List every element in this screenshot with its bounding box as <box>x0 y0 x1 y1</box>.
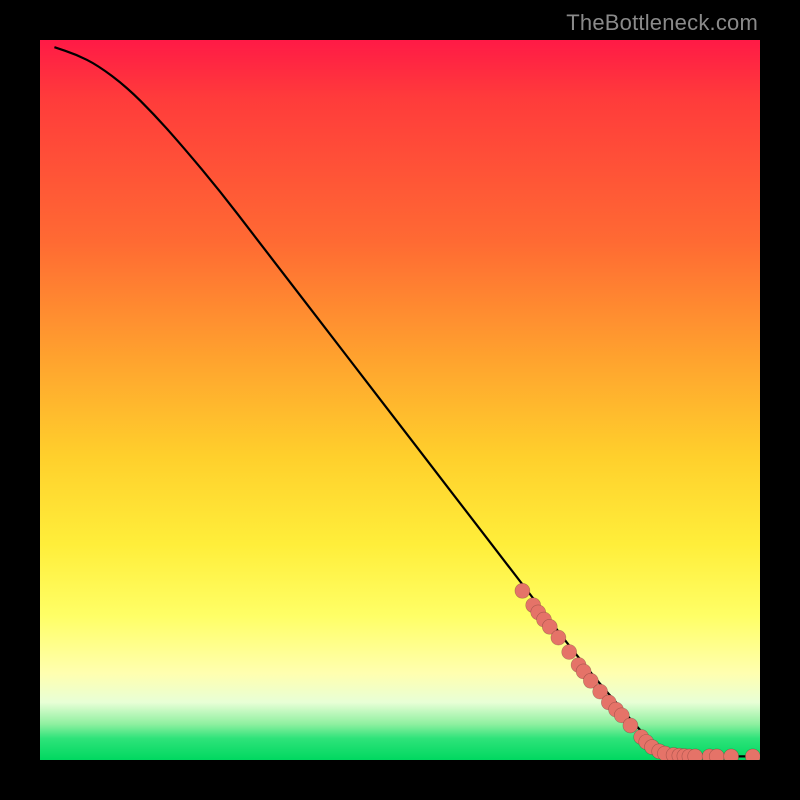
chart-frame <box>40 40 760 760</box>
watermark-text: TheBottleneck.com <box>566 10 758 36</box>
scatter-point <box>515 583 530 598</box>
scatter-point <box>724 749 739 760</box>
scatter-points-group <box>515 583 760 760</box>
bottleneck-curve <box>54 47 752 756</box>
scatter-point <box>623 718 638 733</box>
scatter-point <box>745 749 760 760</box>
scatter-point <box>551 630 566 645</box>
chart-svg <box>40 40 760 760</box>
scatter-point <box>562 645 577 660</box>
